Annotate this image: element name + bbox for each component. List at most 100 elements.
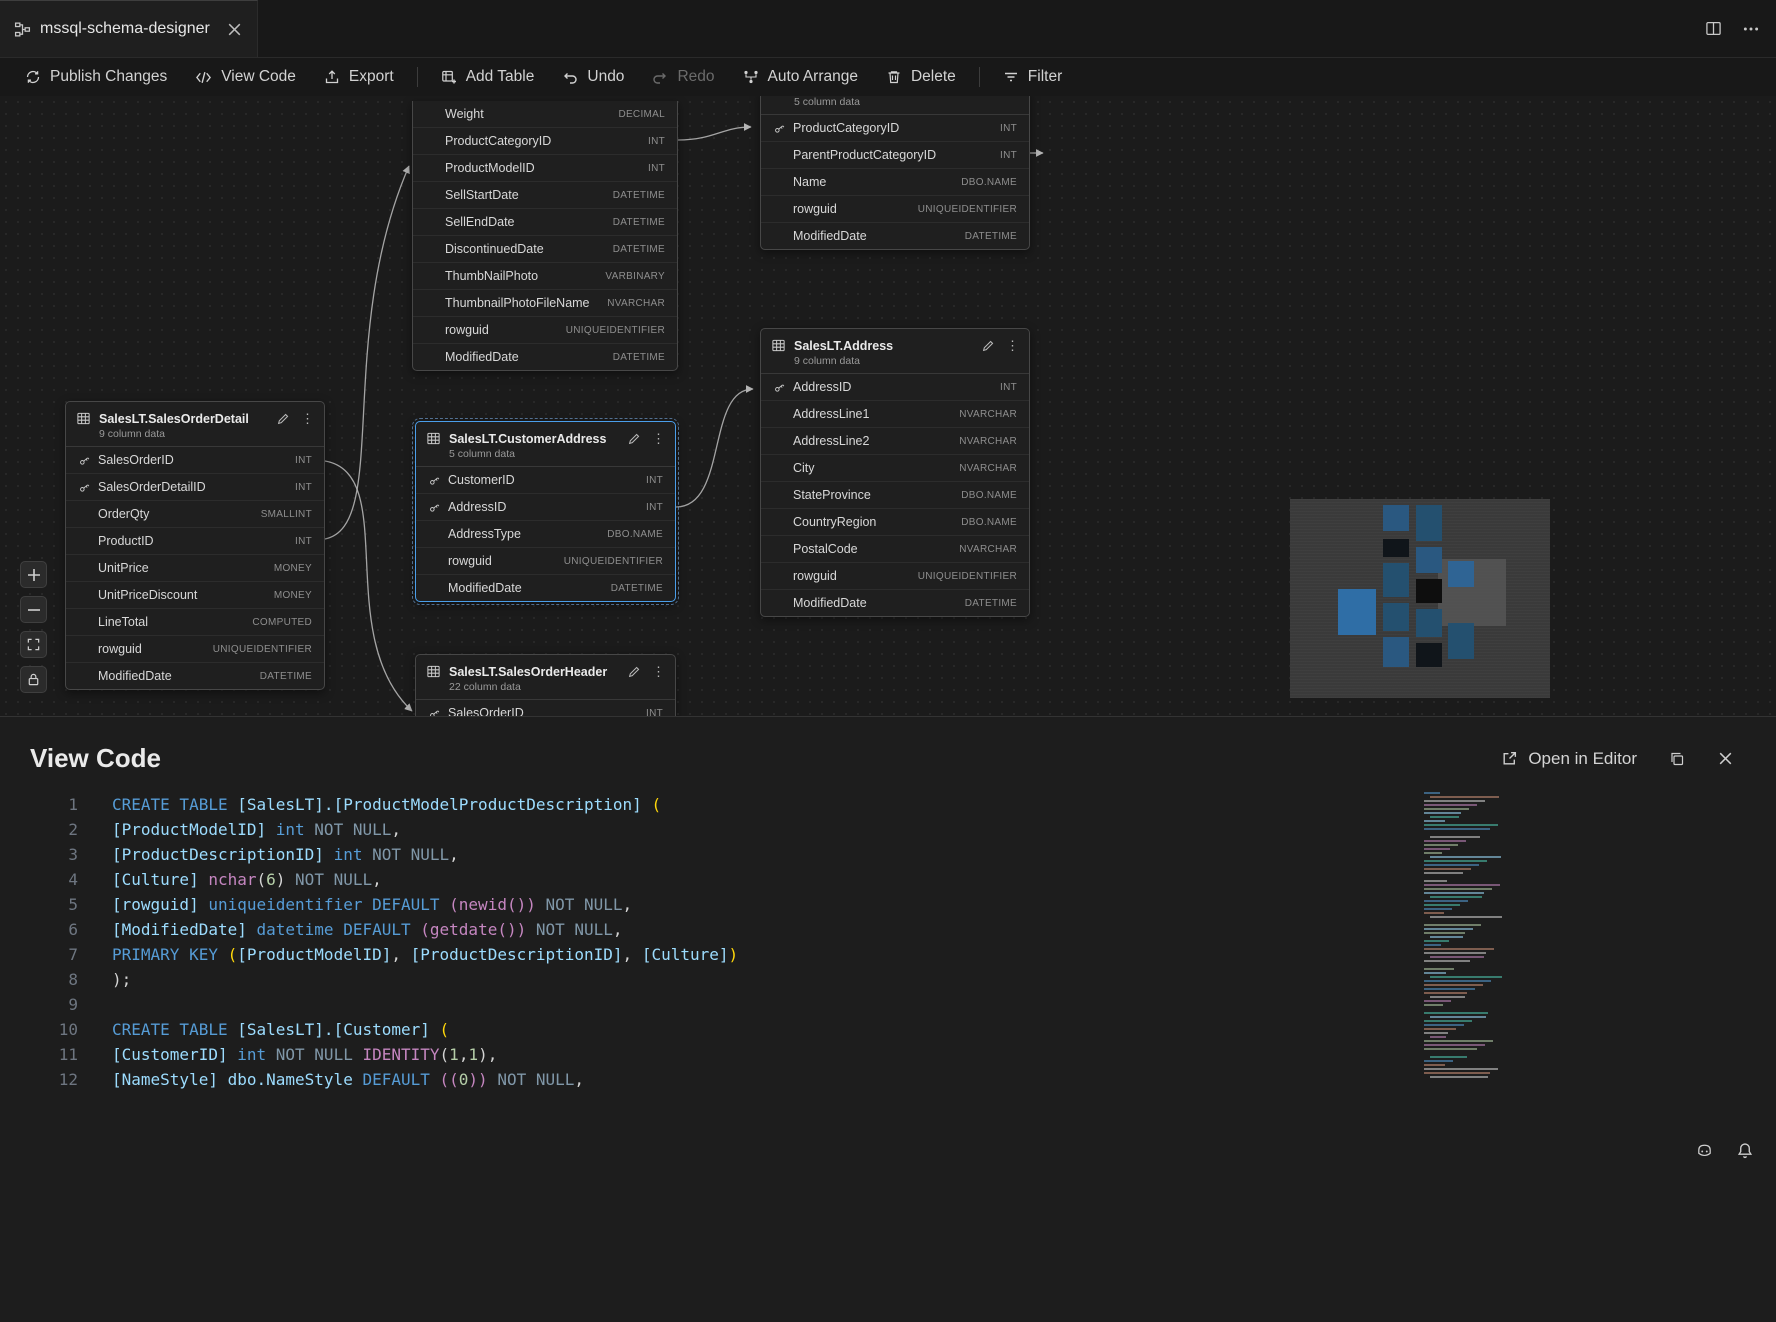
zoom-in-button[interactable] [20,561,47,588]
table-row[interactable]: ProductModelIDINT [413,154,677,181]
table-row[interactable]: PostalCodeNVARCHAR [761,535,1029,562]
table-row[interactable]: CityNVARCHAR [761,454,1029,481]
open-in-editor-button[interactable]: Open in Editor [1501,749,1637,769]
fit-view-button[interactable] [20,631,47,658]
table-row[interactable]: rowguidUNIQUEIDENTIFIER [416,547,675,574]
toolbar-button-view-code[interactable]: View Code [182,63,309,91]
column-type: INT [648,136,665,147]
table-row[interactable]: StateProvinceDBO.NAME [761,481,1029,508]
code-minimap-line [1424,900,1468,902]
table-menu-icon[interactable]: ⋮ [652,665,665,678]
toolbar-button-add-table[interactable]: Add Table [428,63,548,91]
table-card-partial[interactable]: 5 column dataProductCategoryIDINTParentP… [760,96,1030,250]
table-menu-icon[interactable]: ⋮ [301,412,314,425]
table-row[interactable]: ModifiedDateDATETIME [413,343,677,370]
copy-icon[interactable] [1669,751,1685,767]
code-minimap-line [1424,948,1494,950]
code-minimap-line [1424,848,1450,850]
table-row[interactable]: UnitPriceDiscountMONEY [66,581,324,608]
toolbar-button-undo[interactable]: Undo [549,63,637,91]
table-row[interactable]: NameDBO.NAME [761,168,1029,195]
code-viewer[interactable]: 1CREATE TABLE [SalesLT].[ProductModelPro… [0,792,1776,1092]
edit-table-icon[interactable] [627,432,641,446]
table-row[interactable]: ThumbnailPhotoFileNameNVARCHAR [413,289,677,316]
code-minimap-line [1424,892,1484,894]
table-row[interactable]: ModifiedDateDATETIME [761,222,1029,249]
table-row[interactable]: SellStartDateDATETIME [413,181,677,208]
column-name: rowguid [793,202,912,216]
toolbar-separator [979,67,980,87]
lock-button[interactable] [20,666,47,693]
table-row[interactable]: rowguidUNIQUEIDENTIFIER [761,195,1029,222]
column-type: DBO.NAME [961,177,1017,188]
table-row[interactable]: rowguidUNIQUEIDENTIFIER [66,635,324,662]
table-card-SalesLT.Address[interactable]: SalesLT.Address⋮9 column dataAddressIDIN… [760,328,1030,617]
table-row[interactable]: SalesOrderIDINT [416,700,675,716]
toolbar-button-auto-arrange[interactable]: Auto Arrange [730,63,871,91]
table-row[interactable]: ProductCategoryIDINT [413,127,677,154]
table-row[interactable]: CustomerIDINT [416,467,675,493]
toolbar-button-export[interactable]: Export [311,63,407,91]
table-rows: CustomerIDINTAddressIDINTAddressTypeDBO.… [416,467,675,601]
table-menu-icon[interactable]: ⋮ [1006,339,1019,352]
table-row[interactable]: AddressIDINT [761,374,1029,400]
column-type: NVARCHAR [959,544,1017,555]
table-card-SalesLT.CustomerAddress[interactable]: SalesLT.CustomerAddress⋮5 column dataCus… [415,421,676,602]
table-card-SalesLT.SalesOrderDetail[interactable]: SalesLT.SalesOrderDetail⋮9 column dataSa… [65,401,325,690]
table-row[interactable]: SalesOrderDetailIDINT [66,473,324,500]
line-number: 2 [0,817,78,842]
table-row[interactable]: ModifiedDateDATETIME [761,589,1029,616]
column-type: DBO.NAME [607,529,663,540]
schema-canvas[interactable]: WeightDECIMALProductCategoryIDINTProduct… [0,96,1776,716]
edit-table-icon[interactable] [981,339,995,353]
code-minimap-line [1430,956,1484,958]
close-icon[interactable] [1717,750,1734,767]
table-row[interactable]: AddressLine1NVARCHAR [761,400,1029,427]
zoom-out-button[interactable] [20,596,47,623]
code-minimap-line [1424,820,1445,822]
code-minimap-line [1424,872,1463,874]
table-row[interactable]: ProductCategoryIDINT [761,115,1029,141]
close-icon[interactable] [226,21,243,38]
table-column-count: 9 column data [66,426,324,447]
column-name: UnitPriceDiscount [98,588,268,602]
table-row[interactable]: AddressLine2NVARCHAR [761,427,1029,454]
table-row[interactable]: OrderQtySMALLINT [66,500,324,527]
table-row[interactable]: AddressTypeDBO.NAME [416,520,675,547]
toolbar-button-label: Export [349,68,394,86]
table-row[interactable]: WeightDECIMAL [413,101,677,127]
table-card-header: SalesLT.Address⋮ [761,329,1029,353]
table-row[interactable]: ParentProductCategoryIDINT [761,141,1029,168]
table-card-SalesLT.SalesOrderHeader[interactable]: SalesLT.SalesOrderHeader⋮22 column dataS… [415,654,676,716]
edit-table-icon[interactable] [627,665,641,679]
table-row[interactable]: AddressIDINT [416,493,675,520]
split-editor-icon[interactable] [1705,20,1722,37]
table-row[interactable]: ProductIDINT [66,527,324,554]
zoom-out-icon [27,603,41,617]
table-menu-icon[interactable]: ⋮ [652,432,665,445]
toolbar-button-publish-changes[interactable]: Publish Changes [12,63,180,91]
table-row[interactable]: LineTotalCOMPUTED [66,608,324,635]
code-minimap[interactable] [1422,792,1502,1088]
table-row[interactable]: CountryRegionDBO.NAME [761,508,1029,535]
canvas-minimap[interactable] [1290,499,1550,698]
undo-icon [562,69,578,85]
more-actions-icon[interactable] [1742,20,1760,38]
table-row[interactable]: SalesOrderIDINT [66,447,324,473]
toolbar-button-delete[interactable]: Delete [873,63,969,91]
copilot-icon[interactable] [1695,1141,1714,1160]
toolbar-button-filter[interactable]: Filter [990,63,1075,91]
table-row[interactable]: ModifiedDateDATETIME [416,574,675,601]
table-row[interactable]: rowguidUNIQUEIDENTIFIER [761,562,1029,589]
table-row[interactable]: ThumbNailPhotoVARBINARY [413,262,677,289]
tab-mssql-schema-designer[interactable]: mssql-schema-designer [0,0,258,57]
table-row[interactable]: rowguidUNIQUEIDENTIFIER [413,316,677,343]
notifications-bell-icon[interactable] [1736,1141,1754,1160]
table-row[interactable]: UnitPriceMONEY [66,554,324,581]
table-row[interactable]: SellEndDateDATETIME [413,208,677,235]
table-card-header: SalesLT.CustomerAddress⋮ [416,422,675,446]
table-card-partial[interactable]: WeightDECIMALProductCategoryIDINTProduct… [412,101,678,371]
edit-table-icon[interactable] [276,412,290,426]
table-row[interactable]: DiscontinuedDateDATETIME [413,235,677,262]
table-row[interactable]: ModifiedDateDATETIME [66,662,324,689]
